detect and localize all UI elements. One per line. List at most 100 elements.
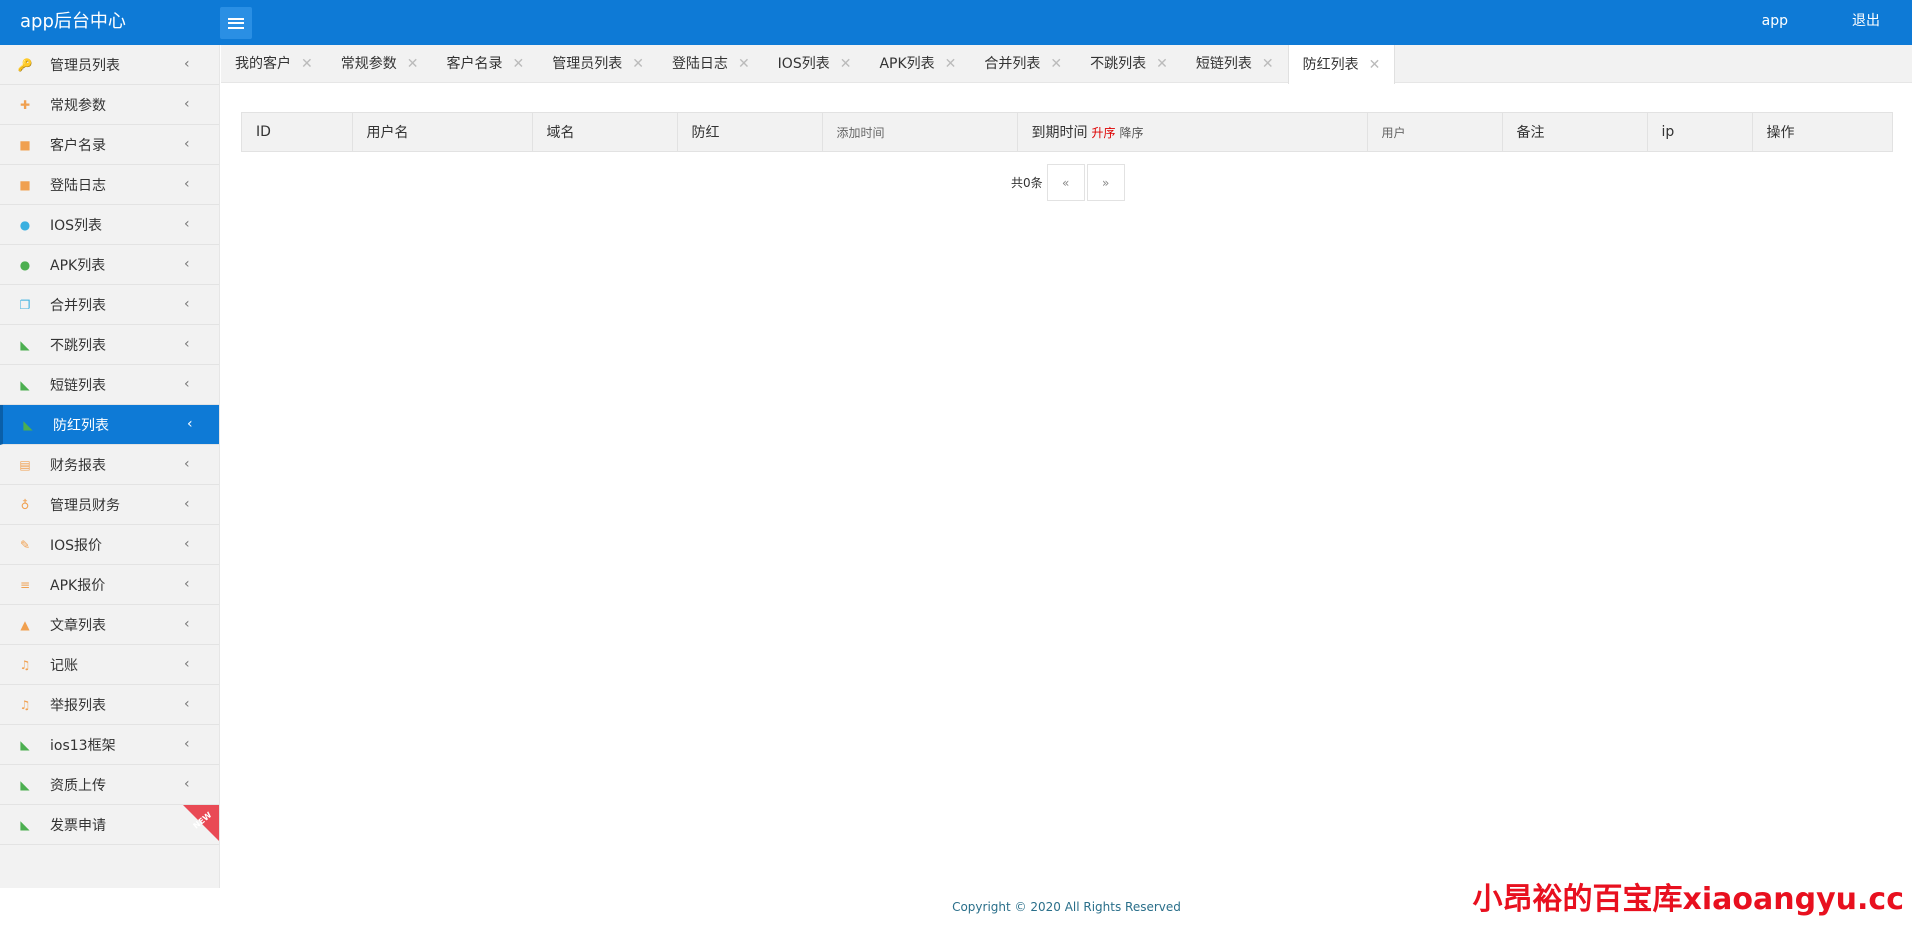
sidebar-item-4[interactable]: ● IOS列表 ‹ — [0, 205, 219, 245]
column-header-actions: 操作 — [1752, 113, 1892, 151]
prev-page-button[interactable]: « — [1046, 164, 1085, 201]
sidebar-item-17[interactable]: ◣ ios13框架 ‹ — [0, 725, 219, 765]
column-header-note: 备注 — [1502, 113, 1648, 151]
sidebar-item-10[interactable]: ▤ 财务报表 ‹ — [0, 445, 219, 485]
close-icon[interactable]: ✕ — [1369, 46, 1381, 84]
tab-label: 不跳列表 — [1090, 56, 1147, 72]
sidebar-item-9[interactable]: ◣ 防红列表 ‹ — [0, 405, 219, 445]
tab-9[interactable]: 短链列表 ✕ — [1182, 45, 1288, 83]
new-badge: NEW — [183, 805, 219, 841]
stethoscope-icon: ♁ — [20, 498, 30, 512]
sidebar-item-label: 合并列表 — [50, 297, 106, 314]
chevron-left-icon: ‹ — [184, 96, 190, 112]
close-icon[interactable]: ✕ — [1262, 45, 1274, 83]
sidebar-item-3[interactable]: ■ 登陆日志 ‹ — [0, 165, 219, 205]
top-header: app后台中心 app 退出 — [0, 0, 1912, 45]
sidebar-item-label: 记账 — [50, 657, 78, 674]
file-icon: ▤ — [19, 458, 31, 472]
tab-label: 防红列表 — [1302, 56, 1359, 73]
tab-label: APK列表 — [879, 56, 935, 72]
sidebar-item-5[interactable]: ● APK列表 ‹ — [0, 245, 219, 285]
sidebar-item-13[interactable]: ≡ APK报价 ‹ — [0, 565, 219, 605]
sort-desc-link[interactable]: 降序 — [1120, 126, 1144, 140]
rss-icon: ◣ — [20, 778, 30, 792]
close-icon[interactable]: ✕ — [738, 45, 750, 83]
column-header-username: 用户名 — [352, 113, 533, 151]
tab-6[interactable]: APK列表 ✕ — [865, 45, 970, 83]
chevron-left-icon: ‹ — [184, 216, 190, 232]
menu-toggle-button[interactable] — [220, 7, 252, 39]
tab-7[interactable]: 合并列表 ✕ — [970, 45, 1076, 83]
top-nav: app 退出 — [1730, 0, 1912, 45]
chevron-left-icon: ‹ — [184, 656, 190, 672]
sidebar-item-label: 常规参数 — [50, 97, 106, 114]
sidebar-item-8[interactable]: ◣ 短链列表 ‹ — [0, 365, 219, 405]
tab-2[interactable]: 客户名录 ✕ — [432, 45, 538, 83]
sidebar-item-2[interactable]: ■ 客户名录 ‹ — [0, 125, 219, 165]
sidebar-item-label: 文章列表 — [50, 617, 106, 634]
close-icon[interactable]: ✕ — [512, 45, 524, 83]
plus-icon: ✚ — [19, 98, 31, 112]
sidebar-item-0[interactable]: 🔑 管理员列表 ‹ — [0, 45, 219, 85]
close-icon[interactable]: ✕ — [301, 45, 313, 83]
sidebar-item-1[interactable]: ✚ 常规参数 ‹ — [0, 85, 219, 125]
sidebar-item-label: 管理员财务 — [50, 497, 120, 514]
close-icon[interactable]: ✕ — [632, 45, 644, 83]
sidebar-item-12[interactable]: ✎ IOS报价 ‹ — [0, 525, 219, 565]
sidebar-nav: 🔑 管理员列表 ‹ ✚ 常规参数 ‹ ■ 客户名录 ‹ ■ 登陆日志 ‹ ● IOS列表 ‹ ● APK列表 ‹ ❐… — [0, 45, 220, 888]
close-icon[interactable]: ✕ — [840, 45, 852, 83]
tab-5[interactable]: IOS列表 ✕ — [764, 45, 866, 83]
sidebar-item-18[interactable]: ◣ 资质上传 ‹ — [0, 765, 219, 805]
column-header-ip: ip — [1647, 113, 1753, 151]
total-count: 共0条 — [1011, 176, 1043, 190]
sort-asc-link[interactable]: 升序 — [1092, 126, 1116, 140]
tab-label: IOS列表 — [777, 56, 830, 72]
rss-icon: ◣ — [23, 418, 33, 432]
close-icon[interactable]: ✕ — [407, 45, 419, 83]
tab-3[interactable]: 管理员列表 ✕ — [538, 45, 658, 83]
sidebar-item-label: IOS报价 — [50, 537, 103, 554]
logout-link[interactable]: 退出 — [1820, 0, 1912, 45]
sidebar-item-7[interactable]: ◣ 不跳列表 ‹ — [0, 325, 219, 365]
sidebar-item-15[interactable]: ♫ 记账 ‹ — [0, 645, 219, 685]
next-page-button[interactable]: » — [1086, 164, 1125, 201]
sidebar-item-16[interactable]: ♫ 举报列表 ‹ — [0, 685, 219, 725]
sidebar-item-label: IOS列表 — [50, 217, 103, 234]
rss-icon: ◣ — [20, 378, 30, 392]
column-header-domain: 域名 — [532, 113, 678, 151]
column-header-antired: 防红 — [677, 113, 823, 151]
music-icon: ♫ — [19, 698, 31, 712]
chevron-left-icon: ‹ — [184, 376, 190, 392]
close-icon[interactable]: ✕ — [945, 45, 957, 83]
tab-bar: 我的客户 ✕ 常规参数 ✕ 客户名录 ✕ 管理员列表 ✕ 登陆日志 ✕ IOS列表 ✕ APK列表 ✕ 合并… — [221, 45, 1912, 84]
expire-time-label: 到期时间 — [1031, 125, 1088, 141]
sidebar-item-19[interactable]: ◣发票申请‹NEW — [0, 805, 219, 845]
tab-0[interactable]: 我的客户 ✕ — [221, 45, 327, 83]
sidebar-item-14[interactable]: ▲ 文章列表 ‹ — [0, 605, 219, 645]
tab-10[interactable]: 防红列表 ✕ — [1287, 45, 1396, 84]
close-icon[interactable]: ✕ — [1050, 45, 1062, 83]
column-header-id: ID — [242, 113, 353, 151]
sidebar-item-11[interactable]: ♁ 管理员财务 ‹ — [0, 485, 219, 525]
chevron-left-icon: ‹ — [184, 176, 190, 192]
user-menu-link[interactable]: app — [1730, 0, 1820, 45]
sidebar-item-label: 不跳列表 — [50, 337, 106, 354]
tab-label: 常规参数 — [340, 56, 397, 72]
sidebar-item-label: 资质上传 — [50, 777, 106, 794]
sidebar-item-label: 管理员列表 — [50, 57, 120, 74]
sidebar-item-6[interactable]: ❐ 合并列表 ‹ — [0, 285, 219, 325]
music-icon: ♫ — [19, 658, 31, 672]
tab-1[interactable]: 常规参数 ✕ — [327, 45, 433, 83]
tab-4[interactable]: 登陆日志 ✕ — [658, 45, 764, 83]
chevron-left-icon: ‹ — [184, 336, 190, 352]
close-icon[interactable]: ✕ — [1156, 45, 1168, 83]
briefcase-icon: ■ — [19, 178, 31, 192]
rss-icon: ◣ — [20, 738, 30, 752]
tab-8[interactable]: 不跳列表 ✕ — [1076, 45, 1182, 83]
chevron-left-icon: ‹ — [184, 136, 190, 152]
table-header-row: ID 用户名 域名 防红 添加时间 到期时间 升序 降序 用户 备注 ip 操作 — [242, 113, 1892, 151]
apple-icon: ● — [19, 218, 31, 232]
tab-label: 我的客户 — [235, 56, 291, 72]
column-header-add-time: 添加时间 — [822, 113, 1018, 151]
brand-title[interactable]: app后台中心 — [20, 0, 126, 43]
